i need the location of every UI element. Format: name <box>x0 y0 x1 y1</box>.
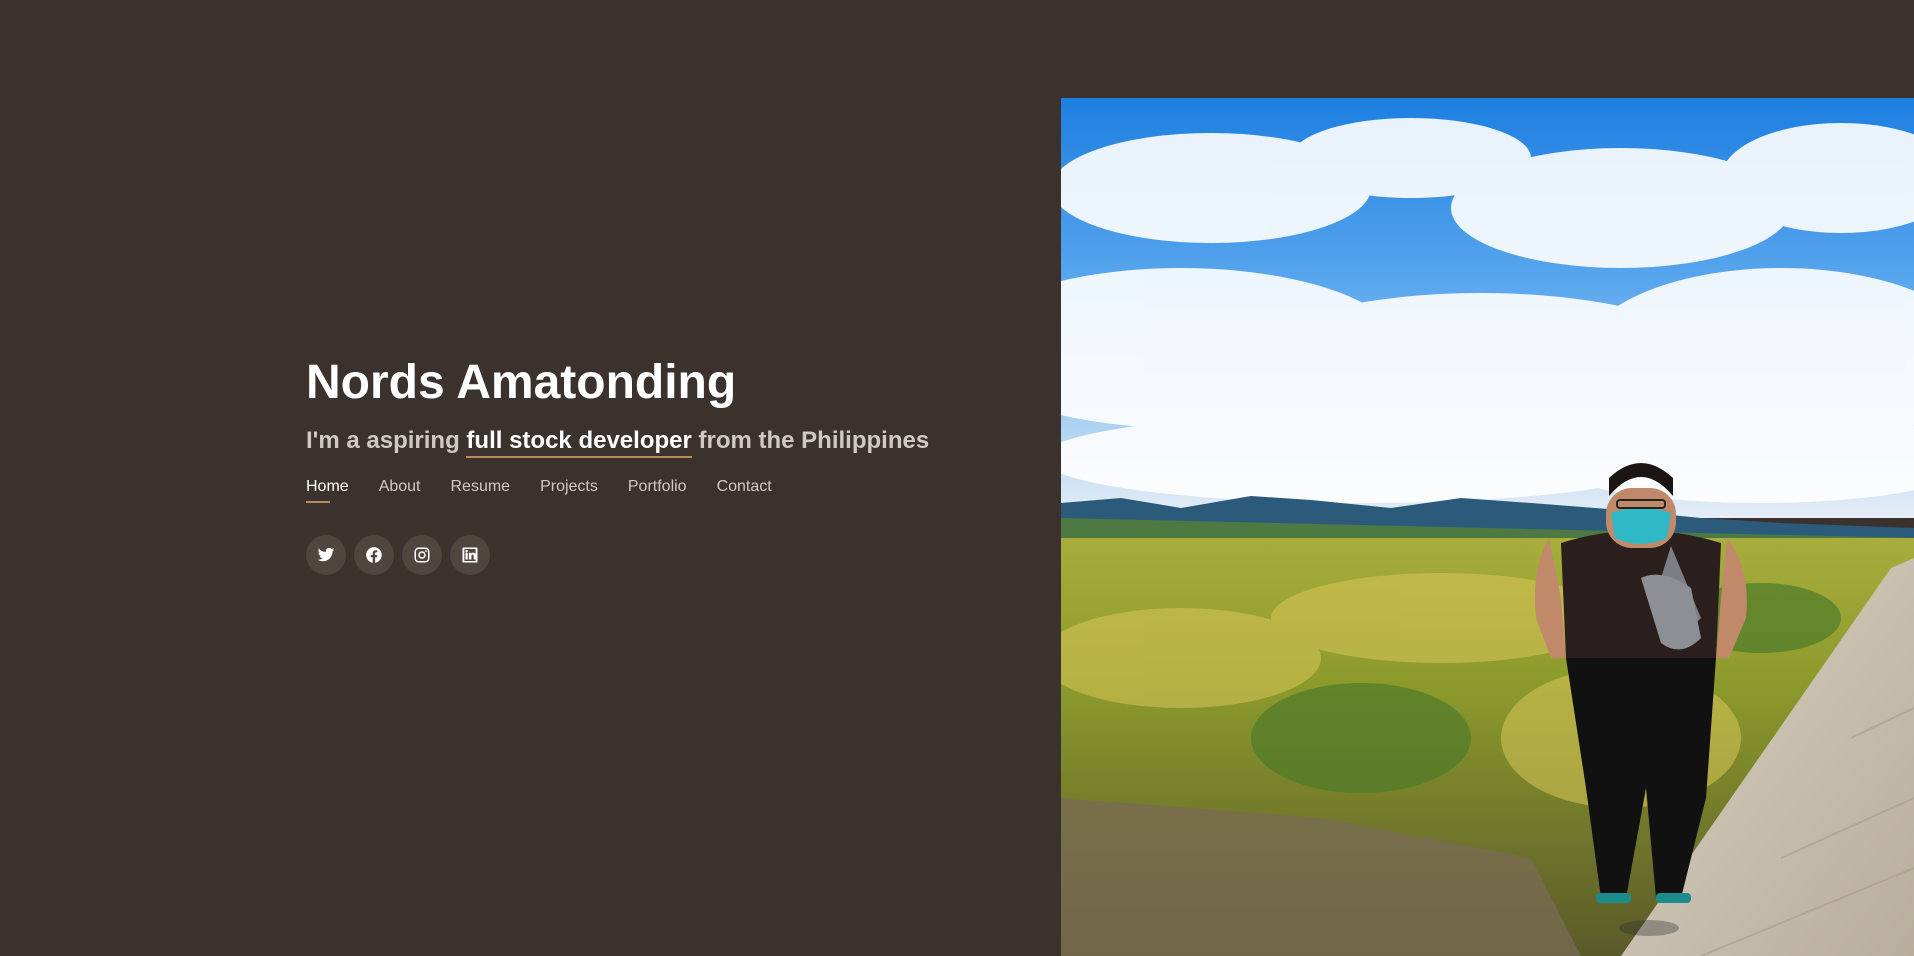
instagram-icon <box>414 547 430 563</box>
linkedin-icon <box>462 547 478 563</box>
facebook-icon <box>366 547 382 563</box>
twitter-button[interactable] <box>306 535 346 575</box>
nav-resume[interactable]: Resume <box>451 475 511 501</box>
nav-home[interactable]: Home <box>306 475 349 503</box>
facebook-button[interactable] <box>354 535 394 575</box>
twitter-icon <box>317 547 335 562</box>
linkedin-button[interactable] <box>450 535 490 575</box>
hero-tagline: I'm a aspiring full stock developer from… <box>306 424 1006 458</box>
profile-photo <box>1061 98 1914 956</box>
hero-section: Nords Amatonding I'm a aspiring full sto… <box>306 354 1006 575</box>
social-links <box>306 535 1006 575</box>
landscape-photo-image <box>1061 98 1914 956</box>
main-nav: Home About Resume Projects Portfolio Con… <box>306 475 1006 503</box>
tagline-highlight: full stock developer <box>466 427 692 458</box>
tagline-prefix: I'm a aspiring <box>306 427 467 454</box>
nav-portfolio[interactable]: Portfolio <box>628 475 687 501</box>
tagline-suffix: from the Philippines <box>691 427 930 454</box>
nav-contact[interactable]: Contact <box>717 475 772 501</box>
instagram-button[interactable] <box>402 535 442 575</box>
nav-about[interactable]: About <box>379 475 421 501</box>
page: Nords Amatonding I'm a aspiring full sto… <box>0 0 1914 956</box>
hero-name: Nords Amatonding <box>306 356 737 409</box>
nav-projects[interactable]: Projects <box>540 475 598 501</box>
